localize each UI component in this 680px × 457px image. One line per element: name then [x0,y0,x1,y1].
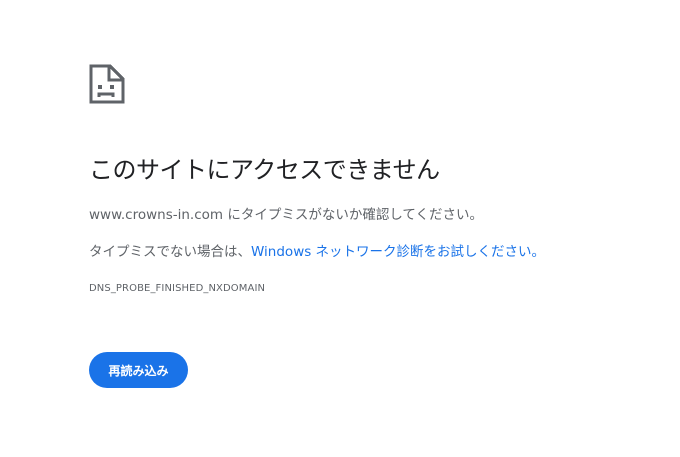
network-diagnostics-link[interactable]: Windows ネットワーク診断をお試しください。 [251,244,545,260]
reload-button[interactable]: 再読み込み [89,352,188,388]
error-code: DNS_PROBE_FINISHED_NXDOMAIN [89,283,266,294]
diagnostics-message: タイプミスでない場合は、Windows ネットワーク診断をお試しください。 [89,240,545,260]
sad-page-icon [89,64,125,104]
page-title: このサイトにアクセスできません [89,156,440,184]
error-page: このサイトにアクセスできません www.crowns-in.com にタイプミス… [0,0,680,457]
diagnostics-prefix: タイプミスでない場合は、 [89,244,251,260]
typo-message: www.crowns-in.com にタイプミスがないか確認してください。 [89,207,484,223]
